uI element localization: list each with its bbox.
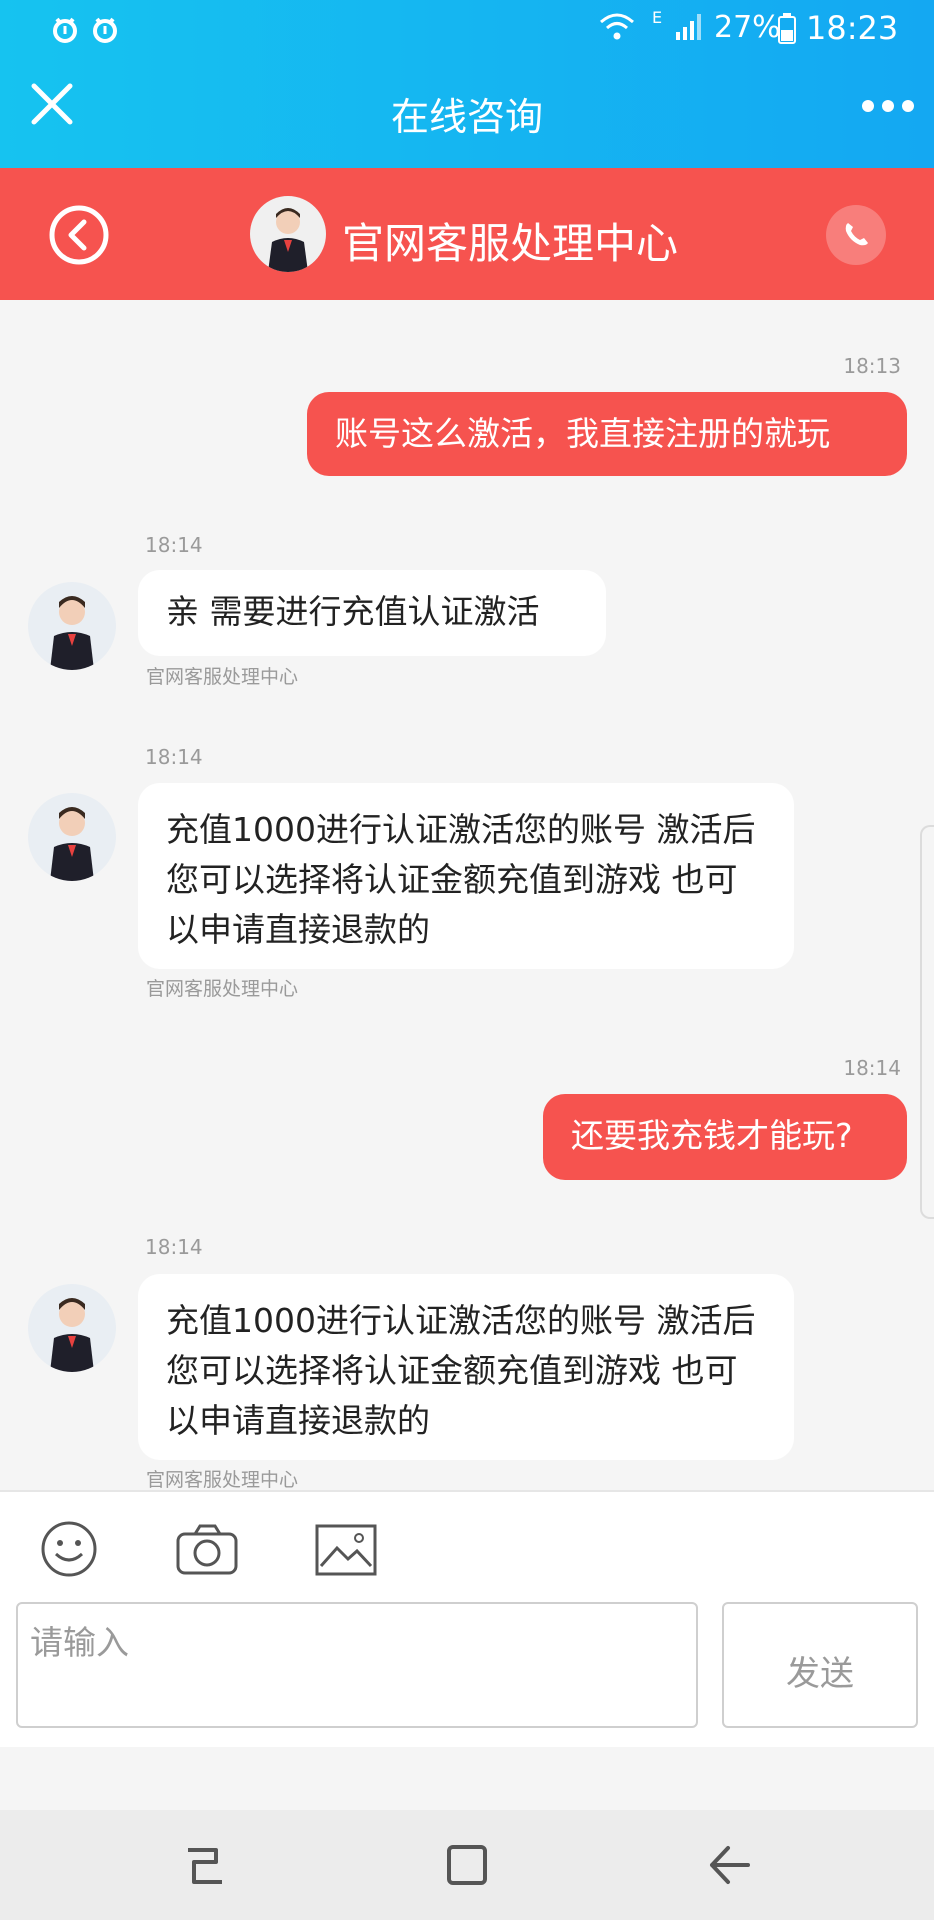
navigation-bar bbox=[0, 1810, 934, 1920]
notification-icon bbox=[93, 17, 117, 43]
message-input-placeholder: 请输入 bbox=[30, 1623, 129, 1662]
camera-icon bbox=[176, 1524, 238, 1575]
sender-name: 官网客服处理中心 bbox=[146, 1469, 299, 1490]
scrollbar[interactable] bbox=[920, 825, 934, 1219]
image-button[interactable] bbox=[315, 1524, 377, 1576]
phone-icon bbox=[845, 223, 868, 246]
message-bubble-in[interactable]: 亲 需要进行充值认证激活 bbox=[138, 570, 606, 656]
message-bubble-out[interactable]: 还要我充钱才能玩? bbox=[543, 1094, 907, 1180]
home-button[interactable] bbox=[444, 1842, 490, 1888]
battery-percent: 27% bbox=[714, 10, 781, 45]
back-arrow-icon bbox=[710, 1846, 750, 1884]
recent-apps-icon bbox=[188, 1848, 222, 1884]
recent-apps-button[interactable] bbox=[180, 1842, 230, 1888]
page-title: 在线咨询 bbox=[390, 95, 543, 139]
status-bar: E 27% 18:23 bbox=[0, 0, 934, 60]
send-button-label: 发送 bbox=[786, 1654, 854, 1694]
composer: 请输入 发送 bbox=[0, 1490, 934, 1747]
signal-icon bbox=[676, 14, 701, 40]
image-icon bbox=[315, 1524, 377, 1576]
message-timestamp: 18:14 bbox=[145, 745, 203, 769]
camera-button[interactable] bbox=[175, 1522, 239, 1576]
agent-avatar bbox=[28, 1284, 116, 1372]
agent-avatar bbox=[28, 793, 116, 881]
wifi-icon bbox=[600, 13, 634, 40]
call-button[interactable] bbox=[826, 205, 886, 265]
more-button[interactable] bbox=[860, 94, 916, 118]
sender-name: 官网客服处理中心 bbox=[146, 978, 299, 1000]
title-bar: 在线咨询 bbox=[0, 60, 934, 168]
back-nav-button[interactable] bbox=[704, 1842, 754, 1888]
send-button[interactable]: 发送 bbox=[722, 1602, 918, 1728]
message-timestamp: 18:14 bbox=[145, 1235, 203, 1259]
home-icon bbox=[447, 1845, 487, 1885]
message-bubble-out[interactable]: 账号这么激活，我直接注册的就玩 bbox=[307, 392, 907, 476]
network-type-label: E bbox=[652, 8, 663, 27]
agent-avatar bbox=[28, 582, 116, 670]
battery-icon bbox=[778, 13, 796, 44]
message-bubble-in[interactable]: 充值1000进行认证激活您的账号 激活后您可以选择将认证金额充值到游戏 也可以申… bbox=[138, 1274, 794, 1460]
message-timestamp: 18:14 bbox=[145, 533, 203, 557]
agent-header: 官网客服处理中心 bbox=[0, 168, 934, 300]
message-timestamp: 18:14 bbox=[843, 1056, 901, 1080]
more-icon bbox=[862, 100, 914, 112]
message-input[interactable]: 请输入 bbox=[16, 1602, 698, 1728]
message-bubble-in[interactable]: 充值1000进行认证激活您的账号 激活后您可以选择将认证金额充值到游戏 也可以申… bbox=[138, 783, 794, 969]
agent-name: 官网客服处理中心 bbox=[342, 219, 679, 268]
agent-avatar bbox=[250, 196, 326, 272]
emoji-button[interactable] bbox=[40, 1520, 98, 1578]
chat-area[interactable]: 18:13 账号这么激活，我直接注册的就玩 18:14 亲 需要进行充值认证激活… bbox=[0, 300, 934, 1490]
message-timestamp: 18:13 bbox=[843, 354, 901, 378]
emoji-icon bbox=[41, 1521, 97, 1577]
back-button[interactable] bbox=[48, 204, 110, 266]
back-circle-icon bbox=[49, 205, 109, 265]
clock: 18:23 bbox=[806, 9, 899, 47]
sender-name: 官网客服处理中心 bbox=[146, 666, 299, 688]
notification-icon bbox=[53, 17, 77, 43]
